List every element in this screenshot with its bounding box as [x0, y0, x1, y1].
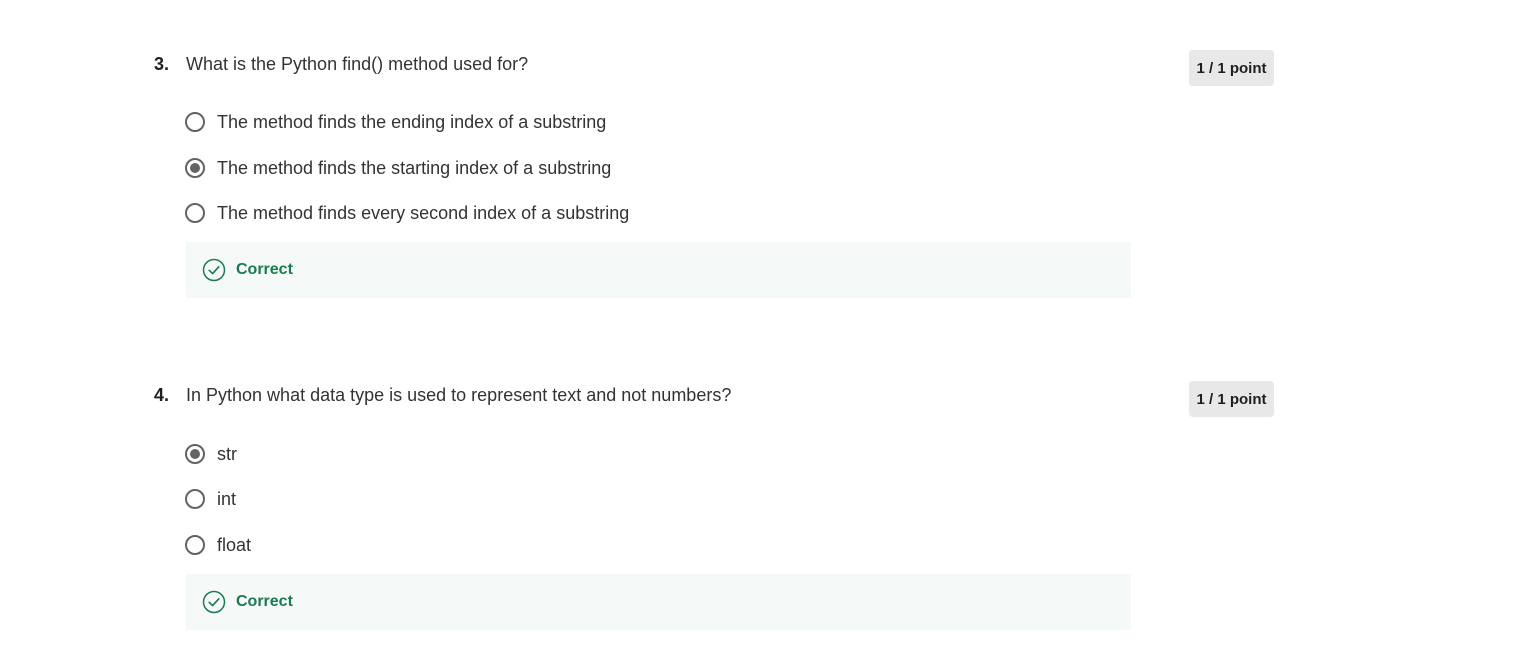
answer-option[interactable]: The method finds the starting index of a… — [185, 155, 611, 181]
question-number: 4. — [154, 385, 170, 405]
answer-option[interactable]: str — [185, 441, 237, 467]
question-text: In Python what data type is used to repr… — [186, 385, 732, 405]
feedback-label: Correct — [236, 261, 293, 278]
option-label: float — [217, 534, 252, 555]
radio-icon[interactable] — [185, 535, 205, 555]
option-label: The method finds the ending index of a s… — [217, 111, 607, 132]
answer-option[interactable]: The method finds the ending index of a s… — [185, 109, 606, 135]
radio-icon[interactable] — [185, 112, 205, 132]
option-label: int — [217, 488, 237, 509]
radio-icon[interactable] — [185, 203, 205, 223]
feedback-box: Correct — [186, 242, 1131, 298]
radio-selected-icon[interactable] — [185, 444, 205, 464]
points-badge: 1 / 1 point — [1189, 50, 1274, 86]
radio-selected-icon[interactable] — [185, 158, 205, 178]
radio-icon[interactable] — [185, 489, 205, 509]
check-circle-icon — [202, 590, 226, 614]
question-text: What is the Python find() method used fo… — [186, 54, 529, 74]
option-label: str — [217, 443, 237, 464]
answer-option[interactable]: The method finds every second index of a… — [185, 200, 629, 226]
option-label: The method finds the starting index of a… — [217, 157, 612, 178]
check-circle-icon — [202, 258, 226, 282]
answer-option[interactable]: float — [185, 532, 251, 558]
feedback-label: Correct — [236, 593, 293, 610]
points-badge: 1 / 1 point — [1189, 381, 1274, 417]
option-label: The method finds every second index of a… — [217, 202, 630, 223]
answer-option[interactable]: int — [185, 486, 236, 512]
question-number: 3. — [154, 54, 170, 74]
feedback-box: Correct — [186, 574, 1131, 630]
